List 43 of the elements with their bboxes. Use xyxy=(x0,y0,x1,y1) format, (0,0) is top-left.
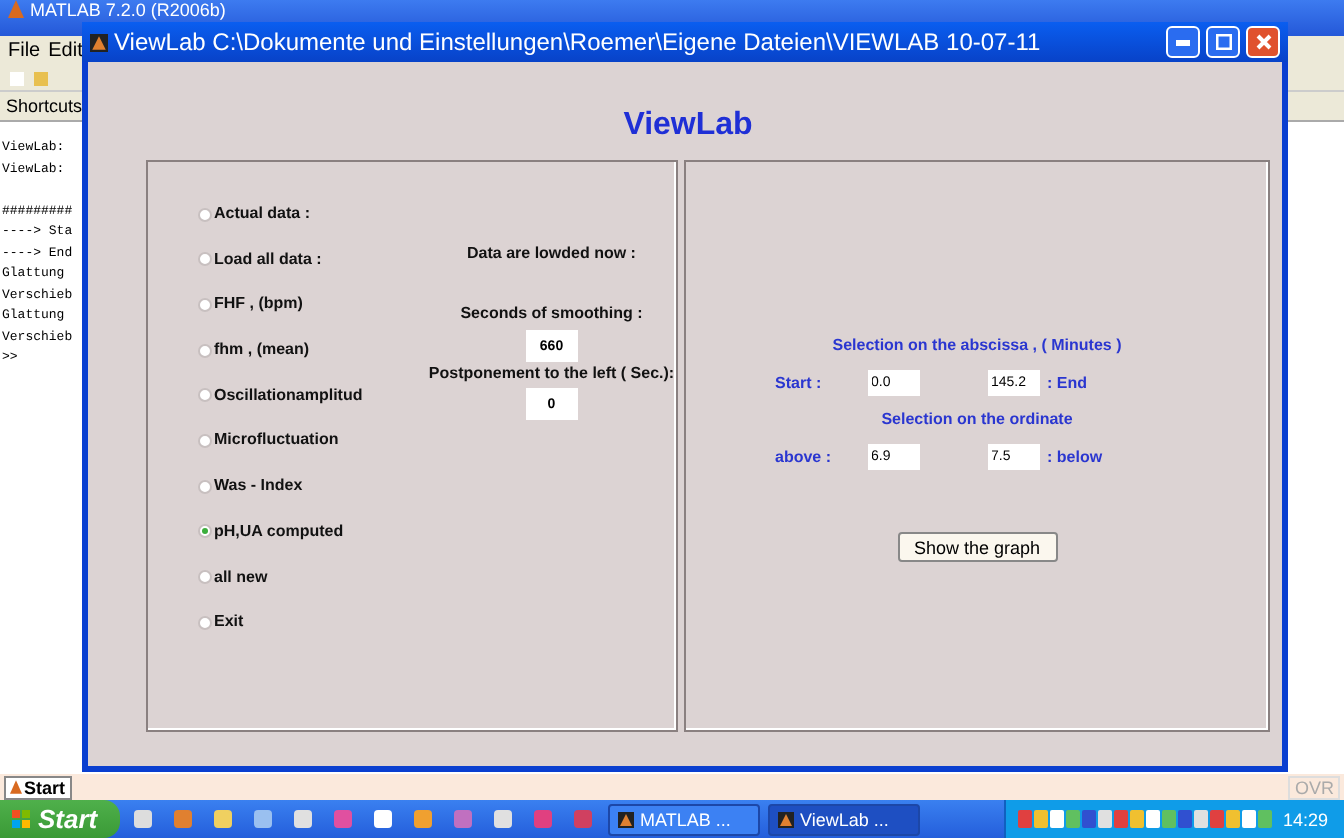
section-label: Selection on the abscissa , ( Minutes ) xyxy=(832,334,1122,358)
maximize-button[interactable] xyxy=(1206,26,1240,58)
field-label: Seconds of smoothing : xyxy=(460,302,643,326)
windows-logo-icon xyxy=(12,809,32,829)
radio-option[interactable]: all new xyxy=(198,565,428,589)
matlab-logo-icon xyxy=(10,780,22,794)
minimize-button[interactable] xyxy=(1166,26,1200,58)
field-label: Start : xyxy=(775,371,824,395)
radio-option[interactable]: fhm , (mean) xyxy=(198,338,428,363)
close-button[interactable] xyxy=(1246,26,1280,58)
app-icon xyxy=(778,811,794,827)
start-button[interactable]: Start xyxy=(4,775,72,799)
tray-icons[interactable] xyxy=(1018,808,1275,830)
window-title: ViewLab C:\Dokumente und Einstellungen\Roemer\Eigene Dateien\VIEWLAB 10-07-11 xyxy=(114,28,1043,56)
taskbar-button[interactable]: ViewLab ... xyxy=(768,803,920,835)
show-graph-button[interactable]: Show the graph xyxy=(897,532,1057,562)
minimize-icon xyxy=(1176,39,1190,45)
radio-option[interactable]: FHF , (bpm) xyxy=(198,292,428,317)
radio-option[interactable]: Load all data : xyxy=(198,247,428,272)
status-label: Data are lowded now : xyxy=(467,242,636,266)
status-indicator: OVR xyxy=(1288,775,1340,799)
window-title: MATLAB 7.2.0 (R2006b) xyxy=(30,0,226,20)
app-icon xyxy=(618,811,634,827)
field-label: : End xyxy=(1045,371,1089,395)
clock: 14:29 xyxy=(1282,809,1328,829)
menu-item[interactable]: Edit xyxy=(48,40,83,62)
radio-option[interactable]: pH,UA computed xyxy=(198,519,428,544)
section-label: Selection on the ordinate xyxy=(881,408,1073,432)
maximize-icon xyxy=(1215,34,1231,50)
app-icon xyxy=(90,33,108,51)
field-label: Postponement to the left ( Sec.): xyxy=(428,362,675,386)
menu-item[interactable]: File xyxy=(8,40,41,62)
radio-option[interactable]: Was - Index xyxy=(198,474,428,499)
radio-option[interactable]: Oscillationamplitud xyxy=(198,383,428,408)
taskbar-button[interactable]: MATLAB ... xyxy=(608,803,760,835)
field-label: above : xyxy=(775,445,834,469)
radio-option[interactable]: Microfluctuation xyxy=(198,428,428,453)
app-heading: ViewLab xyxy=(623,108,753,144)
matlab-logo-icon xyxy=(8,0,24,18)
radio-option[interactable]: Actual data : xyxy=(198,202,428,226)
close-icon xyxy=(1255,34,1271,50)
field-label: : below xyxy=(1045,445,1099,469)
radio-option[interactable]: Exit xyxy=(198,610,428,635)
